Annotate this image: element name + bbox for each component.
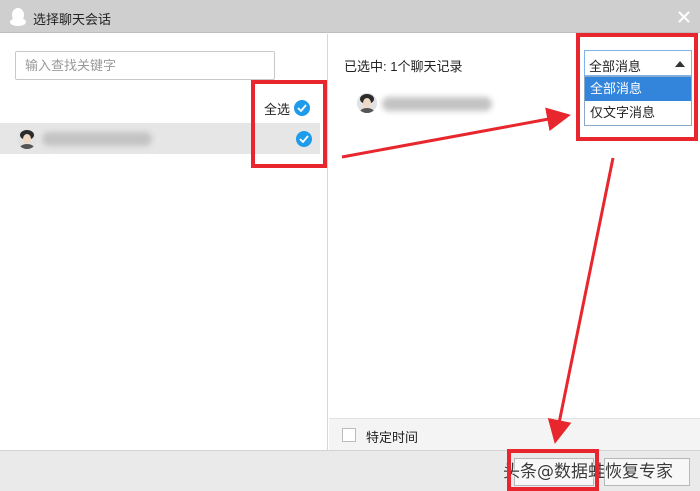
selected-preview-pane: 已选中: 1个聊天记录 全部消息 全部消息 仅文字消息 特定时间 <box>329 34 700 450</box>
contact-name-blurred <box>42 132 152 146</box>
selected-count-text: 已选中: 1个聊天记录 <box>344 59 463 74</box>
close-icon[interactable] <box>676 9 692 25</box>
filter-option-text-only[interactable]: 仅文字消息 <box>585 101 691 125</box>
dialog-footer: 头条@数据蛙恢复专家 <box>0 450 700 491</box>
message-filter-select[interactable]: 全部消息 <box>584 50 692 76</box>
conversation-list-pane: 全选 <box>0 34 328 450</box>
filter-option-all[interactable]: 全部消息 <box>585 77 691 101</box>
chevron-up-icon <box>675 61 685 67</box>
avatar <box>357 93 377 113</box>
check-circle-icon[interactable] <box>296 131 312 147</box>
qq-penguin-icon <box>10 8 26 26</box>
contact-name-blurred <box>382 97 492 111</box>
filter-dropdown-list: 全部消息 仅文字消息 <box>584 76 692 126</box>
specific-time-label: 特定时间 <box>366 430 419 445</box>
watermark-text: 头条@数据蛙恢复专家 <box>503 462 673 482</box>
check-circle-icon <box>294 100 311 116</box>
contact-row[interactable] <box>0 123 320 154</box>
filter-selected-value: 全部消息 <box>589 59 642 74</box>
select-all-label: 全选 <box>264 101 291 117</box>
dialog-body: 全选 已选中: 1个聊天记录 <box>0 34 700 450</box>
window-title: 选择聊天会话 <box>33 12 112 27</box>
search-input[interactable] <box>15 51 275 80</box>
avatar <box>17 129 37 149</box>
select-all-toggle[interactable]: 全选 <box>264 98 311 118</box>
specific-time-bar: 特定时间 <box>329 418 700 450</box>
title-bar: 选择聊天会话 <box>0 0 700 33</box>
specific-time-checkbox[interactable] <box>342 428 356 442</box>
